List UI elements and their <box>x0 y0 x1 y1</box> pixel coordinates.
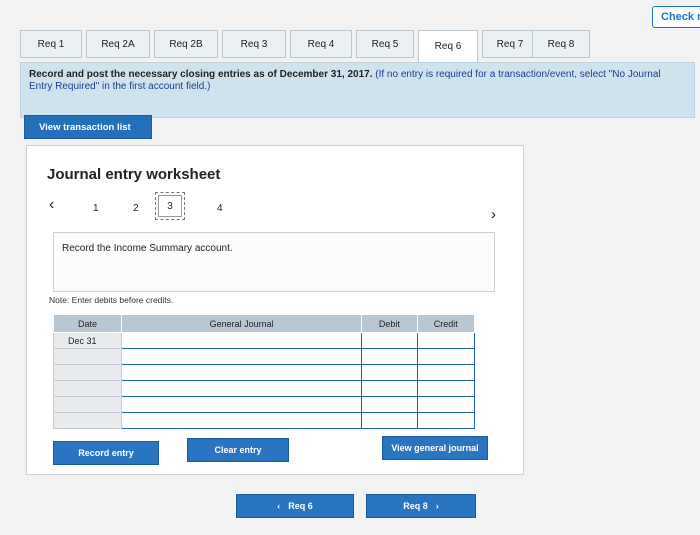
next-requirement-button[interactable]: Req 8 › <box>366 494 476 518</box>
date-cell: Dec 31 <box>52 332 123 349</box>
table-row <box>52 364 476 381</box>
account-input[interactable] <box>121 380 363 397</box>
prev-entry-icon[interactable]: ‹ <box>49 196 54 214</box>
debit-input[interactable] <box>361 332 418 349</box>
credit-input[interactable] <box>416 412 476 429</box>
account-input[interactable] <box>121 348 363 365</box>
debit-input[interactable] <box>361 396 418 413</box>
col-date: Date <box>52 314 123 333</box>
prev-requirement-label: Req 6 <box>288 501 313 511</box>
debit-input[interactable] <box>361 364 418 381</box>
tab-req-1[interactable]: Req 1 <box>20 30 82 58</box>
view-general-journal-button[interactable]: View general journal <box>382 436 488 460</box>
credit-input[interactable] <box>416 396 476 413</box>
page-2[interactable]: 2 <box>133 203 139 214</box>
record-entry-button[interactable]: Record entry <box>53 441 159 465</box>
chevron-right-icon: › <box>435 501 439 511</box>
col-account: General Journal <box>121 314 363 333</box>
account-input[interactable] <box>121 412 363 429</box>
debit-input[interactable] <box>361 380 418 397</box>
next-entry-icon[interactable]: › <box>491 206 496 223</box>
journal-header-row: Date General Journal Debit Credit <box>52 314 476 333</box>
view-transaction-list-button[interactable]: View transaction list <box>24 115 152 139</box>
credit-input[interactable] <box>416 380 476 397</box>
date-cell <box>52 364 123 381</box>
credit-input[interactable] <box>416 364 476 381</box>
entry-description-text: Record the Income Summary account. <box>62 243 233 254</box>
date-cell <box>52 396 123 413</box>
tab-req-4[interactable]: Req 4 <box>290 30 352 58</box>
prev-requirement-button[interactable]: ‹ Req 6 <box>236 494 354 518</box>
table-row <box>52 396 476 413</box>
chevron-left-icon: ‹ <box>277 501 281 511</box>
debit-input[interactable] <box>361 348 418 365</box>
tab-req-3[interactable]: Req 3 <box>222 30 286 58</box>
clear-entry-button[interactable]: Clear entry <box>187 438 289 462</box>
date-cell <box>52 348 123 365</box>
tab-req-2a[interactable]: Req 2A <box>86 30 150 58</box>
account-input[interactable] <box>121 332 363 349</box>
entry-description: Record the Income Summary account. <box>53 232 495 292</box>
credit-input[interactable] <box>416 348 476 365</box>
entry-note: Note: Enter debits before credits. <box>49 295 174 305</box>
instructions-main: Record and post the necessary closing en… <box>29 69 373 80</box>
col-debit: Debit <box>361 314 418 333</box>
journal-table: Date General Journal Debit Credit Dec 31 <box>52 314 476 429</box>
page-3: 3 <box>158 195 182 217</box>
instructions-panel: Record and post the necessary closing en… <box>20 62 695 118</box>
tab-req-2b[interactable]: Req 2B <box>154 30 218 58</box>
requirement-tabs: Req 1 Req 2A Req 2B Req 3 Req 4 Req 5 Re… <box>20 30 590 62</box>
current-page-indicator[interactable]: 3 <box>155 192 185 220</box>
tab-req-8[interactable]: Req 8 <box>532 30 590 58</box>
col-credit: Credit <box>416 314 476 333</box>
next-requirement-label: Req 8 <box>403 501 428 511</box>
table-row <box>52 348 476 365</box>
check-my-work-button[interactable]: Check m <box>652 6 700 28</box>
page-1[interactable]: 1 <box>93 203 99 214</box>
tab-req-5[interactable]: Req 5 <box>356 30 414 58</box>
tab-req-6[interactable]: Req 6 <box>418 30 478 62</box>
credit-input[interactable] <box>416 332 476 349</box>
tab-req-7[interactable]: Req 7 <box>482 30 538 58</box>
debit-input[interactable] <box>361 412 418 429</box>
page-4[interactable]: 4 <box>217 203 223 214</box>
account-input[interactable] <box>121 396 363 413</box>
account-input[interactable] <box>121 364 363 381</box>
table-row <box>52 412 476 429</box>
journal-entry-worksheet: Journal entry worksheet ‹ 1 2 3 4 › Reco… <box>26 145 524 475</box>
date-cell <box>52 380 123 397</box>
worksheet-title: Journal entry worksheet <box>47 166 221 183</box>
table-row: Dec 31 <box>52 332 476 349</box>
date-cell <box>52 412 123 429</box>
table-row <box>52 380 476 397</box>
